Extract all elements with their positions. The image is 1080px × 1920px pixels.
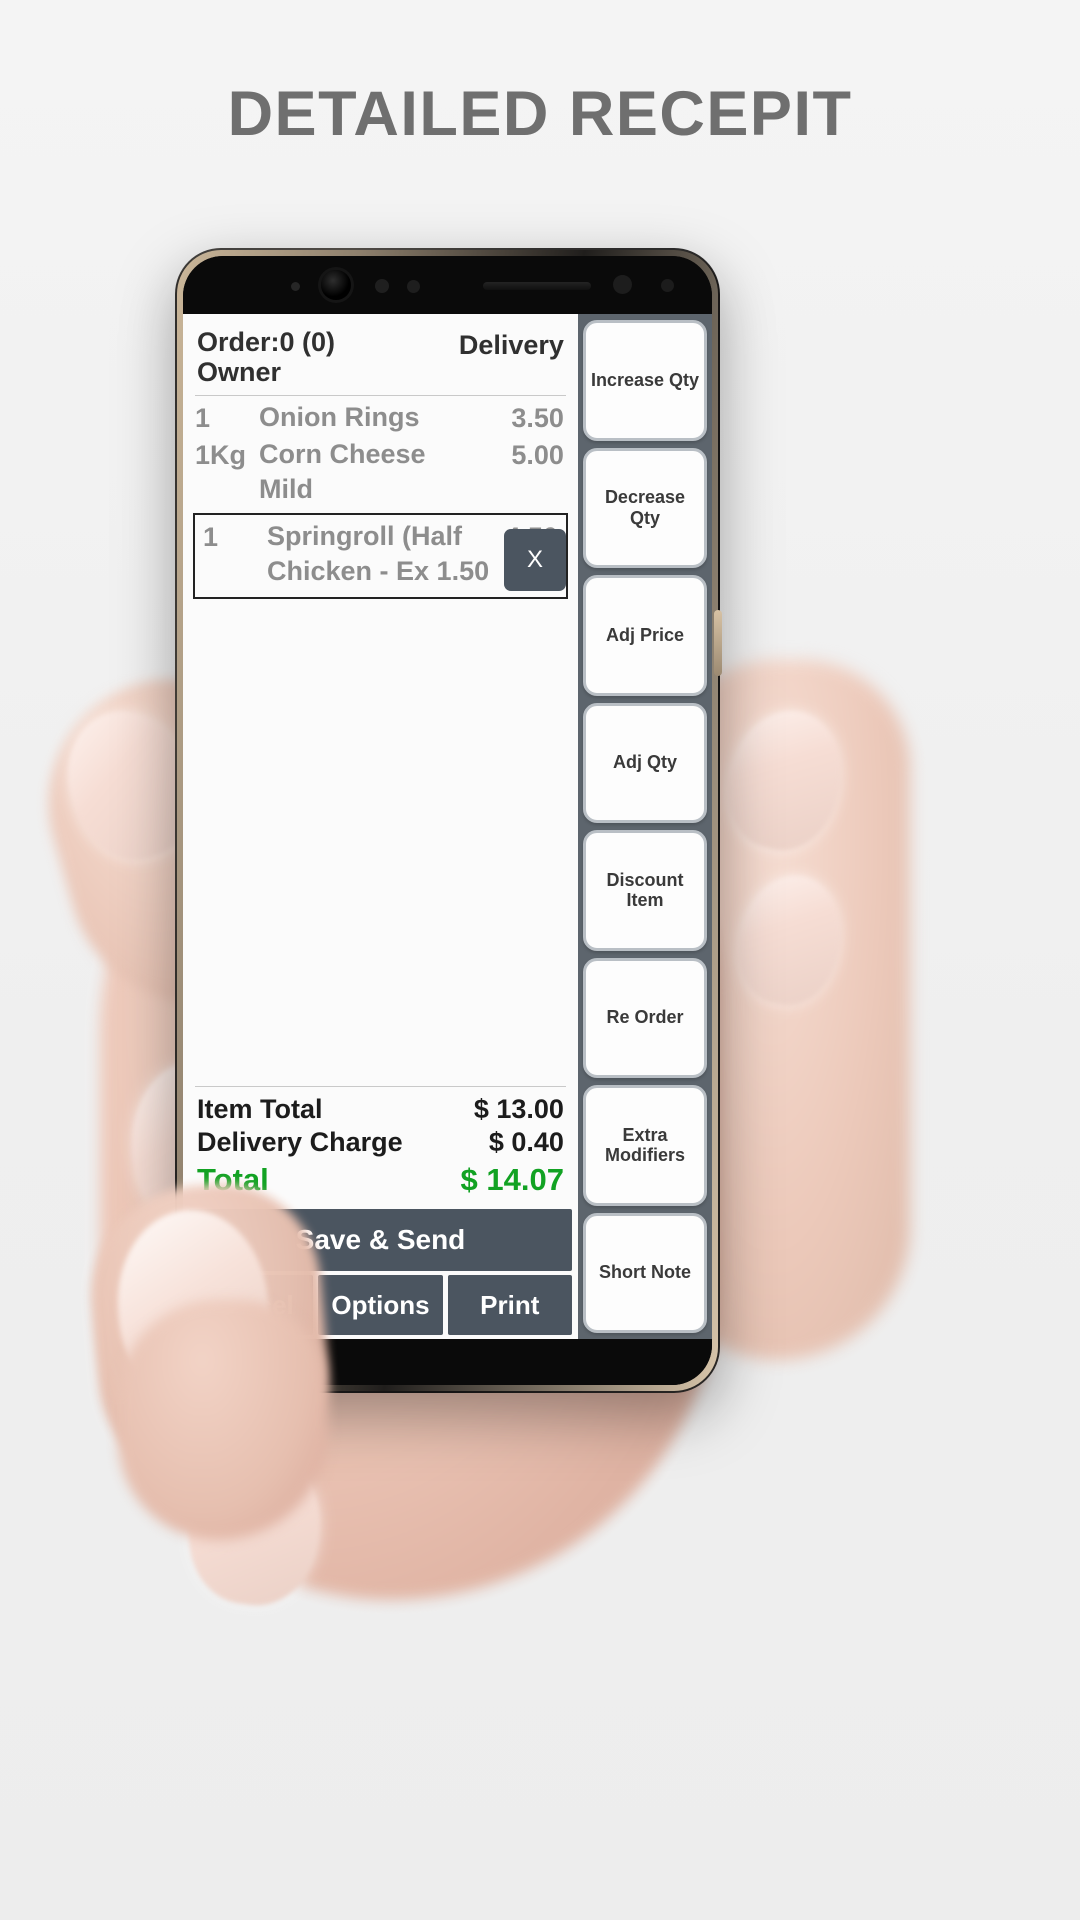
total-row-delivery-charge: Delivery Charge $ 0.40 xyxy=(183,1126,578,1159)
modifier-spacer xyxy=(195,474,259,505)
fingernail xyxy=(714,698,856,862)
sensor-icon xyxy=(613,275,632,294)
item-price: 3.50 xyxy=(511,403,564,434)
short-note-button[interactable]: Short Note xyxy=(582,1212,707,1333)
order-item-row-selected[interactable]: X 1 Springroll (Half 4.50 Chicken - Ex 1… xyxy=(193,513,568,600)
item-modifier: Chicken - Ex 1.50 xyxy=(267,556,490,587)
order-info: Order:0 (0) Owner xyxy=(197,327,336,387)
remove-item-button[interactable]: X xyxy=(503,529,566,592)
adj-qty-button[interactable]: Adj Qty xyxy=(582,702,707,823)
grand-total-value: $ 14.07 xyxy=(460,1162,564,1197)
order-item-row[interactable]: 1 Onion Rings 3.50 xyxy=(183,400,578,437)
phone-screen: Order:0 (0) Owner Delivery 1 Onion Rings xyxy=(183,314,712,1339)
item-qty: 1 xyxy=(195,403,211,434)
options-button[interactable]: Options xyxy=(318,1275,443,1335)
total-value: $ 13.00 xyxy=(473,1094,564,1124)
front-camera-icon xyxy=(321,270,351,300)
action-buttons-panel: Increase Qty Decrease Qty Adj Price Adj … xyxy=(577,314,712,1339)
adj-price-button[interactable]: Adj Price xyxy=(582,575,707,696)
fingernail xyxy=(727,866,853,1014)
total-value: $ 0.40 xyxy=(488,1127,564,1157)
totals-divider xyxy=(195,1086,566,1087)
sensor-icon xyxy=(407,280,420,293)
increase-qty-button[interactable]: Increase Qty xyxy=(582,320,707,441)
order-number: Order:0 (0) xyxy=(197,327,336,357)
power-button[interactable] xyxy=(714,610,722,676)
order-mode-badge[interactable]: Delivery xyxy=(459,328,564,361)
sensor-icon xyxy=(661,279,674,292)
print-button[interactable]: Print xyxy=(447,1275,572,1335)
item-qty: 1 xyxy=(203,522,219,553)
phone-top-bezel xyxy=(183,256,712,314)
total-label: Item Total xyxy=(197,1094,323,1124)
item-name: Onion Rings xyxy=(259,402,420,433)
item-name: Corn Cheese xyxy=(259,439,426,470)
extra-modifiers-button[interactable]: Extra Modifiers xyxy=(582,1085,707,1206)
re-order-button[interactable]: Re Order xyxy=(582,957,707,1078)
order-header: Order:0 (0) Owner Delivery xyxy=(183,314,578,395)
total-row-item-total: Item Total $ 13.00 xyxy=(183,1093,578,1126)
order-item-row[interactable]: 1Kg Corn Cheese 5.00 xyxy=(183,437,578,474)
decrease-qty-button[interactable]: Decrease Qty xyxy=(582,447,707,568)
poster-canvas: DETAILED RECEPIT Order:0 (0) Owner Deliv… xyxy=(0,0,1080,1920)
sensor-icon xyxy=(291,282,300,291)
item-qty: 1Kg xyxy=(195,440,247,471)
item-price: 5.00 xyxy=(511,440,564,471)
receipt-panel: Order:0 (0) Owner Delivery 1 Onion Rings xyxy=(183,314,578,1339)
earpiece-speaker-icon xyxy=(483,282,591,290)
total-label: Delivery Charge xyxy=(197,1127,403,1157)
page-title: DETAILED RECEPIT xyxy=(227,79,853,149)
totals-section: Item Total $ 13.00 Delivery Charge $ 0.4… xyxy=(183,1086,578,1203)
order-owner: Owner xyxy=(197,356,282,387)
order-items-list: 1 Onion Rings 3.50 1Kg Corn Cheese 5.00 xyxy=(183,396,578,1086)
modifier-spacer xyxy=(203,556,267,587)
sensor-icon xyxy=(375,279,389,293)
front-finger xyxy=(118,1300,328,1540)
item-modifier-row: Mild xyxy=(183,474,578,509)
item-name: Springroll (Half xyxy=(267,521,462,552)
item-modifier: Mild xyxy=(259,474,313,505)
discount-item-button[interactable]: Discount Item xyxy=(582,830,707,951)
